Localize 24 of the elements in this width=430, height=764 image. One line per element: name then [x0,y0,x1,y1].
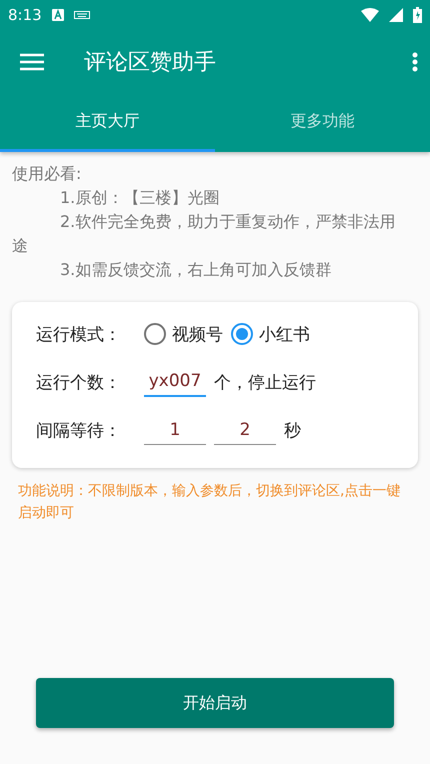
input-field[interactable]: 1 [144,416,206,444]
note-text: 2.软件完全免费，助力于重复动作，严禁非法用途 [12,211,396,257]
menu-icon[interactable] [20,53,44,71]
tab[interactable]: 主页大厅 [0,94,215,152]
input-field[interactable]: 2 [214,416,276,444]
notes-heading: 使用必看: [12,163,82,185]
note-text: 3.如需反馈交流，右上角可加入反馈群 [59,259,332,281]
battery-icon [413,7,422,23]
field-suffix: 秒 [284,420,301,442]
field-label: 运行个数： [36,372,122,394]
app-title: 评论区赞助手 [84,49,217,77]
radio-option[interactable]: 小红书 [231,322,310,346]
input-field[interactable]: yx007 [144,367,206,397]
status-time: 8:13 [8,6,42,24]
field-label: 运行模式： [36,324,122,346]
wifi-icon [361,8,379,22]
start-button[interactable]: 开始启动 [36,678,394,728]
radio-option[interactable]: 视频号 [144,322,223,346]
field-label: 间隔等待： [36,420,122,442]
field-suffix: 个，停止运行 [214,372,316,394]
note-text: 1.原创：【三楼】光圈 [59,187,220,209]
signal-icon [389,8,403,22]
description-text: 功能说明：不限制版本，输入参数后，切换到评论区,点击一键启动即可 [17,482,402,523]
more-options-icon[interactable] [412,52,418,72]
